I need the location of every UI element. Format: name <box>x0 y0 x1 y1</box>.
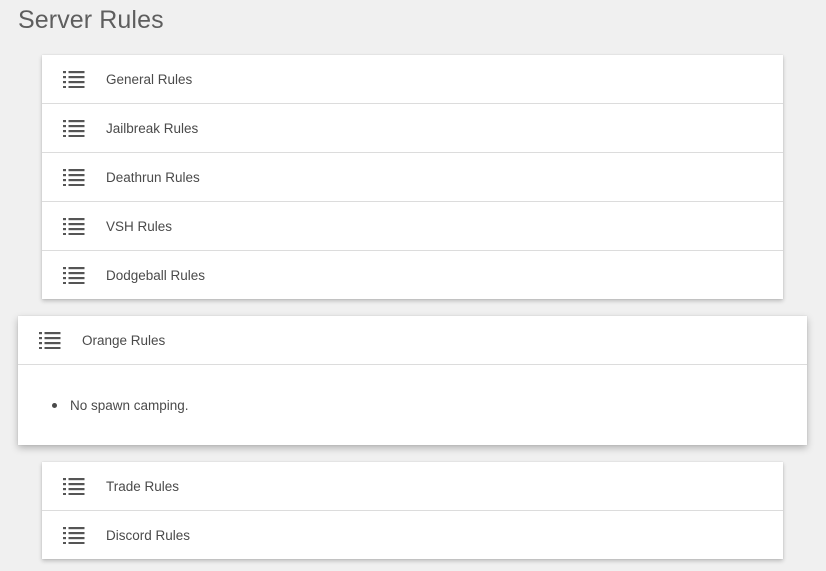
list-icon <box>63 119 85 137</box>
rule-item-deathrun[interactable]: Deathrun Rules <box>42 153 783 202</box>
rule-text: No spawn camping. <box>70 398 189 413</box>
list-icon <box>63 217 85 235</box>
bullet-icon <box>52 403 57 408</box>
list-icon <box>63 70 85 88</box>
rule-item-jailbreak[interactable]: Jailbreak Rules <box>42 104 783 153</box>
list-icon <box>39 331 61 349</box>
rule-item-vsh[interactable]: VSH Rules <box>42 202 783 251</box>
list-icon <box>63 168 85 186</box>
rules-group-bottom: Trade Rules Discord Rules <box>42 462 783 559</box>
rule-item-label: Discord Rules <box>106 527 191 543</box>
rules-group-expanded: Orange Rules No spawn camping. <box>18 316 807 445</box>
rule-item-label: Trade Rules <box>106 478 180 494</box>
rule-item-trade[interactable]: Trade Rules <box>42 462 783 511</box>
rule-list: No spawn camping. <box>52 398 189 414</box>
list-icon <box>63 477 85 495</box>
rule-item-label: Orange Rules <box>82 332 166 348</box>
rule-item-label: Jailbreak Rules <box>106 120 199 136</box>
rule-item-orange[interactable]: Orange Rules <box>18 316 807 365</box>
list-icon <box>63 266 85 284</box>
rule-item-dodgeball[interactable]: Dodgeball Rules <box>42 251 783 299</box>
page-title: Server Rules <box>18 6 164 34</box>
list-icon <box>63 526 85 544</box>
rule-item-discord[interactable]: Discord Rules <box>42 511 783 559</box>
rule-item-label: Deathrun Rules <box>106 169 200 185</box>
rule-item-label: Dodgeball Rules <box>106 267 206 283</box>
rule-item-general[interactable]: General Rules <box>42 55 783 104</box>
rule-item-orange-body: No spawn camping. <box>18 365 807 445</box>
rule-item-label: General Rules <box>106 71 193 87</box>
rule-item-label: VSH Rules <box>106 218 173 234</box>
rules-group-top: General Rules Jailbreak Rules Deathrun R… <box>42 55 783 299</box>
rule-list-item: No spawn camping. <box>52 398 189 414</box>
